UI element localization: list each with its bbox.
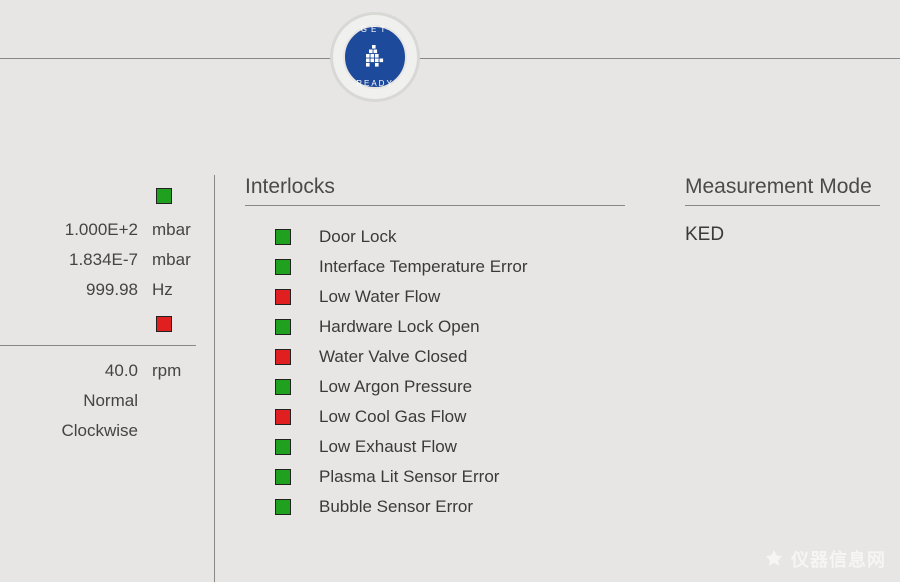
interlock-indicator <box>275 409 291 425</box>
status-panel: 1.000E+2 mbar 1.834E-7 mbar 999.98 Hz 40… <box>0 175 215 582</box>
interlock-label: Door Lock <box>319 227 396 247</box>
ready-badge-inner: GET READY <box>343 25 407 89</box>
reading-row: 999.98 Hz <box>0 275 196 305</box>
interlock-row: Low Argon Pressure <box>245 372 625 402</box>
watermark: 仪器信息网 <box>763 546 886 572</box>
interlock-label: Low Argon Pressure <box>319 377 472 397</box>
pump-mode-row: Normal <box>0 386 196 416</box>
interlock-row: Water Valve Closed <box>245 342 625 372</box>
interlock-label: Low Water Flow <box>319 287 440 307</box>
pump-value: 40.0 <box>48 361 138 381</box>
left-separator <box>0 345 196 346</box>
interlock-label: Low Cool Gas Flow <box>319 407 466 427</box>
interlock-row: Plasma Lit Sensor Error <box>245 462 625 492</box>
interlock-row: Low Cool Gas Flow <box>245 402 625 432</box>
pump-unit: rpm <box>152 361 196 381</box>
interlock-label: Water Valve Closed <box>319 347 467 367</box>
reading-value: 999.98 <box>48 280 138 300</box>
reading-row: 1.834E-7 mbar <box>0 245 196 275</box>
interlock-row: Low Water Flow <box>245 282 625 312</box>
interlocks-list: Door Lock Interface Temperature Error Low … <box>245 222 625 522</box>
reading-value: 1.000E+2 <box>48 220 138 240</box>
interlock-indicator <box>275 379 291 395</box>
reading-unit: Hz <box>152 280 196 300</box>
measurement-mode-value: KED <box>685 224 880 246</box>
interlock-row: Bubble Sensor Error <box>245 492 625 522</box>
measurement-mode-panel: Measurement Mode KED <box>655 175 900 582</box>
reading-unit: mbar <box>152 220 196 240</box>
pump-row: 40.0 rpm <box>0 356 196 386</box>
system-status-indicator <box>156 188 172 204</box>
interlocks-panel: Interlocks Door Lock Interface Temperatur… <box>215 175 655 582</box>
reading-unit: mbar <box>152 250 196 270</box>
watermark-text: 仪器信息网 <box>791 546 886 572</box>
interlock-indicator <box>275 319 291 335</box>
interlock-indicator <box>275 439 291 455</box>
interlock-label: Hardware Lock Open <box>319 317 480 337</box>
pump-mode: Normal <box>83 391 138 411</box>
interlock-indicator <box>275 229 291 245</box>
pump-direction-row: Clockwise <box>0 416 196 446</box>
interlock-label: Interface Temperature Error <box>319 257 528 277</box>
interlocks-title: Interlocks <box>245 175 625 206</box>
interlock-indicator <box>275 289 291 305</box>
interlock-indicator <box>275 259 291 275</box>
pump-direction: Clockwise <box>61 421 138 441</box>
ready-badge: GET READY <box>330 12 420 102</box>
badge-text-bottom: READY <box>345 79 405 88</box>
reading-value: 1.834E-7 <box>48 250 138 270</box>
interlock-indicator <box>275 499 291 515</box>
interlock-row: Low Exhaust Flow <box>245 432 625 462</box>
reading-row: 1.000E+2 mbar <box>0 215 196 245</box>
top-divider-right <box>410 58 900 59</box>
badge-text-top: GET <box>345 25 405 34</box>
interlock-indicator <box>275 349 291 365</box>
interlock-row: Hardware Lock Open <box>245 312 625 342</box>
watermark-icon <box>763 548 785 570</box>
interlock-label: Plasma Lit Sensor Error <box>319 467 499 487</box>
interlock-indicator <box>275 469 291 485</box>
measurement-mode-title: Measurement Mode <box>685 175 880 206</box>
pump-status-indicator <box>156 316 172 332</box>
interlock-row: Interface Temperature Error <box>245 252 625 282</box>
interlock-label: Bubble Sensor Error <box>319 497 473 517</box>
interlock-row: Door Lock <box>245 222 625 252</box>
interlock-label: Low Exhaust Flow <box>319 437 457 457</box>
badge-pixel-icon <box>360 42 390 72</box>
